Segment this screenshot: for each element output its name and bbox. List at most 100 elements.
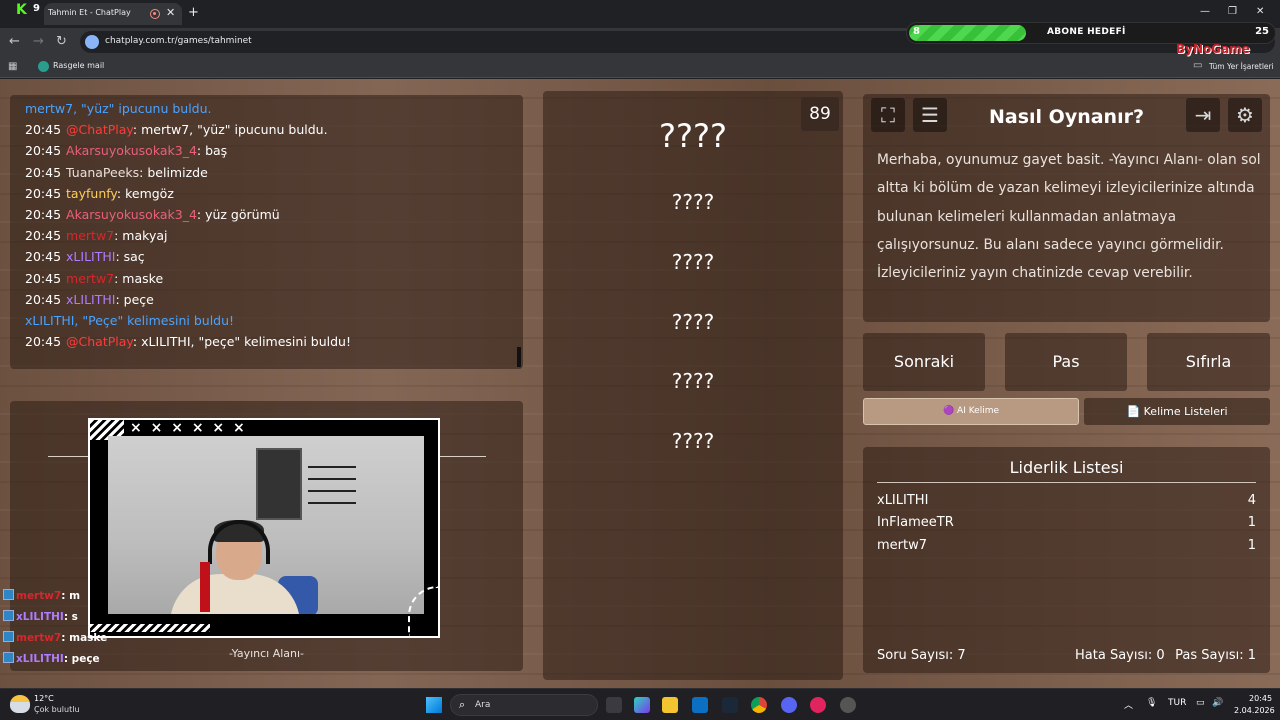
chrome-icon[interactable] bbox=[751, 697, 767, 713]
bookmarks-bar: ▦ Rasgele mail ▭ Tüm Yer İşaretleri bbox=[0, 56, 1280, 78]
webcam-overlay: × × × × × × bbox=[88, 418, 440, 638]
chat-message: 20:45 mertw7: maske bbox=[25, 271, 163, 286]
chat-text: , "yüz" ipucunu buldu. bbox=[73, 101, 212, 116]
chat-username[interactable]: Akarsuyokusokak3_4 bbox=[66, 207, 197, 222]
question-count: Soru Sayısı: 7 bbox=[877, 648, 966, 663]
logout-icon[interactable]: ⇥ bbox=[1186, 98, 1220, 132]
clock-time[interactable]: 20:45 bbox=[1249, 694, 1272, 703]
wall-picture bbox=[256, 448, 302, 520]
chat-username[interactable]: tayfunfy bbox=[66, 186, 117, 201]
store-icon[interactable] bbox=[692, 697, 708, 713]
microphone-tray-icon[interactable]: 🎙 bbox=[1146, 698, 1157, 708]
chat-message: 20:45 TuanaPeeks: belimizde bbox=[25, 165, 208, 180]
stream-chat-message: xLILITHI: peçe bbox=[3, 652, 107, 673]
forward-icon[interactable]: → bbox=[33, 34, 44, 49]
clock-date[interactable]: 2.04.2026 bbox=[1234, 706, 1275, 715]
weather-temperature: 12°C bbox=[34, 694, 54, 703]
next-button[interactable]: Sonraki bbox=[863, 333, 985, 391]
platform-badge-icon bbox=[3, 631, 14, 642]
chat-message: 20:45 @ChatPlay: mertw7, "yüz" ipucunu bu… bbox=[25, 122, 328, 137]
leaderboard-divider bbox=[877, 482, 1256, 483]
chat-username[interactable]: @ChatPlay bbox=[66, 334, 133, 349]
obs-icon[interactable] bbox=[840, 697, 856, 713]
platform-badge-icon bbox=[3, 610, 14, 621]
platform-badge-icon bbox=[3, 589, 14, 600]
chat-text: : peçe bbox=[115, 291, 154, 307]
close-window-icon[interactable]: ✕ bbox=[1256, 6, 1264, 17]
hint-word: ???? bbox=[671, 369, 715, 393]
chat-username[interactable]: xLILITHI bbox=[66, 249, 115, 264]
all-bookmarks-link[interactable]: Tüm Yer İşaretleri bbox=[1209, 62, 1274, 71]
weather-icon[interactable] bbox=[10, 695, 30, 713]
taskbar-search[interactable]: ⌕ Ara bbox=[450, 694, 598, 716]
ai-word-button[interactable]: 🟣 AI Kelime bbox=[863, 398, 1079, 425]
chat-username[interactable]: Akarsuyokusokak3_4 bbox=[66, 143, 197, 158]
chat-username[interactable]: mertw7 bbox=[25, 101, 73, 116]
volume-icon[interactable]: 🔊 bbox=[1212, 698, 1223, 708]
settings-gear-icon[interactable]: ⚙ bbox=[1228, 98, 1262, 132]
stats-row: Soru Sayısı: 7 Hata Sayısı: 0 Pas Sayısı… bbox=[877, 648, 1256, 663]
chat-message: 20:45 Akarsuyokusokak3_4: baş bbox=[25, 143, 227, 158]
file-explorer-icon[interactable] bbox=[662, 697, 678, 713]
new-tab-icon[interactable]: + bbox=[188, 5, 199, 20]
stream-chat-overlay: mertw7: m xLILITHI: s mertw7: maske xLILITH… bbox=[3, 589, 107, 673]
leaderboard-row: InFlameeTR 1 bbox=[877, 515, 1256, 530]
leaderboard-panel: Liderlik Listesi xLILITHI 4 InFlameeTR 1… bbox=[863, 447, 1270, 673]
windows-start-icon[interactable] bbox=[426, 697, 442, 713]
network-icon[interactable]: ▭ bbox=[1196, 698, 1205, 708]
chat-text: : kemgöz bbox=[116, 185, 174, 201]
reload-icon[interactable]: ↻ bbox=[56, 34, 67, 49]
leaderboard-row: mertw7 1 bbox=[877, 538, 1256, 553]
chat-username[interactable]: @ChatPlay bbox=[66, 122, 133, 137]
hint-word: ???? bbox=[671, 190, 715, 214]
wall-shelf bbox=[308, 456, 356, 506]
site-info-icon[interactable] bbox=[85, 35, 99, 49]
chat-username[interactable]: xLILITHI bbox=[66, 292, 115, 307]
chat-timestamp: 20:45 bbox=[25, 207, 62, 222]
how-to-play-text: Merhaba, oyunumuz gayet basit. -Yayıncı … bbox=[877, 152, 1261, 282]
chat-timestamp: 20:45 bbox=[25, 164, 62, 180]
goal-target: 25 bbox=[1255, 26, 1269, 37]
chat-message: 20:45 mertw7: makyaj bbox=[25, 228, 167, 243]
language-indicator[interactable]: TUR bbox=[1168, 698, 1186, 708]
chat-username[interactable]: mertw7 bbox=[66, 271, 114, 286]
browser-tab[interactable]: Tahmin Et - ChatPlay ✕ bbox=[44, 3, 182, 25]
chat-text: : maske bbox=[114, 270, 164, 286]
word-panel: 89 ???? ???? ???? ???? ???? ???? bbox=[543, 91, 843, 680]
leaderboard-name: InFlameeTR bbox=[877, 515, 954, 530]
steam-icon[interactable] bbox=[722, 697, 738, 713]
chat-username[interactable]: TuanaPeeks bbox=[66, 165, 139, 180]
chat-username[interactable]: xLILITHI bbox=[25, 313, 74, 328]
pass-button[interactable]: Pas bbox=[1005, 333, 1127, 391]
stream-chat-username: mertw7 bbox=[16, 590, 62, 602]
minimize-icon[interactable]: — bbox=[1200, 6, 1210, 17]
chat-username[interactable]: mertw7 bbox=[66, 228, 114, 243]
chat-text: : mertw7, "yüz" ipucunu buldu. bbox=[132, 122, 328, 138]
back-icon[interactable]: ← bbox=[9, 34, 20, 49]
stream-chat-message: xLILITHI: s bbox=[3, 610, 107, 631]
chat-timestamp: 20:45 bbox=[25, 143, 62, 159]
close-tab-icon[interactable]: ✕ bbox=[166, 6, 175, 19]
reset-button[interactable]: Sıfırla bbox=[1147, 333, 1270, 391]
search-icon: ⌕ bbox=[459, 698, 466, 711]
maximize-icon[interactable]: ❐ bbox=[1228, 6, 1237, 17]
chat-timestamp: 20:45 bbox=[25, 185, 62, 201]
chat-log-panel: mertw7, "yüz" ipucunu buldu. 20:45 @ChatPl… bbox=[10, 95, 523, 369]
hint-word: ???? bbox=[671, 429, 715, 453]
main-word: ???? bbox=[659, 117, 727, 155]
copilot-icon[interactable] bbox=[634, 697, 650, 713]
chat-timestamp: 20:45 bbox=[25, 291, 62, 307]
chat-text: , "Peçe" kelimesini buldu! bbox=[74, 313, 235, 328]
bookmark-rasgele-mail[interactable]: Rasgele mail bbox=[53, 61, 104, 70]
discord-icon[interactable] bbox=[781, 697, 797, 713]
word-lists-button[interactable]: 📄 Kelime Listeleri bbox=[1084, 398, 1270, 425]
chat-text: : belimizde bbox=[139, 164, 208, 180]
tray-chevron-icon[interactable]: ︿ bbox=[1124, 698, 1133, 711]
error-count: Hata Sayısı: 0 bbox=[1075, 648, 1165, 663]
chat-text: : xLILITHI, "peçe" kelimesini buldu! bbox=[132, 334, 351, 350]
apps-grid-icon[interactable]: ▦ bbox=[8, 61, 17, 72]
task-view-icon[interactable] bbox=[606, 697, 622, 713]
hint-word: ???? bbox=[671, 310, 715, 334]
music-app-icon[interactable] bbox=[810, 697, 826, 713]
chat-scrollbar[interactable] bbox=[517, 347, 521, 367]
